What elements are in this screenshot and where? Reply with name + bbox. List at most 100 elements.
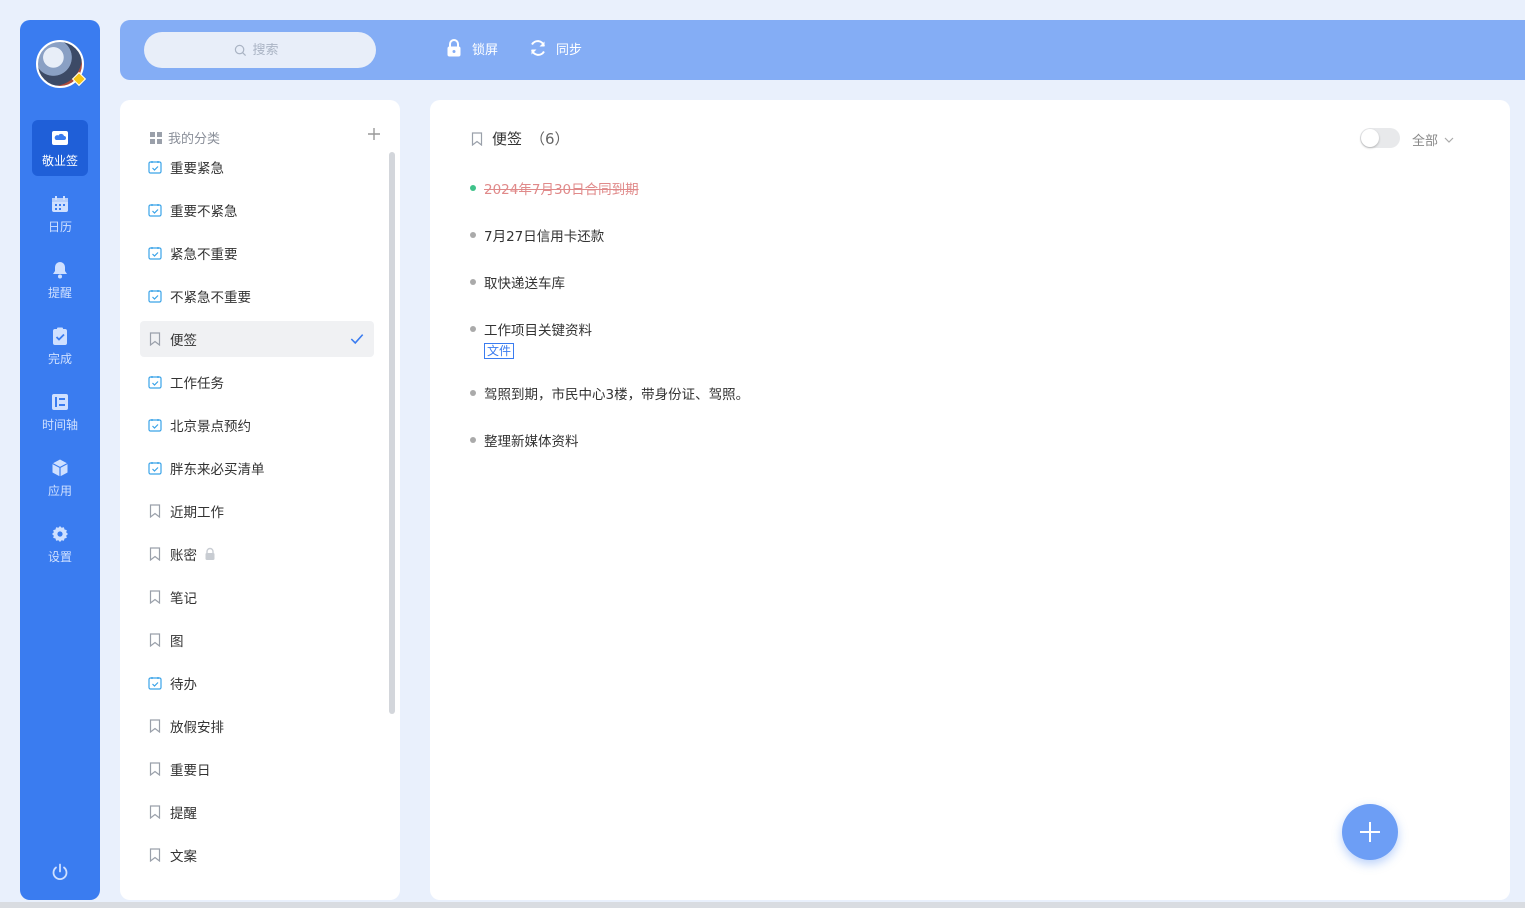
nav-label: 提醒 — [47, 285, 72, 300]
category-panel: 我的分类 重要紧急 重要不紧急 紧急不重要 不紧急不重要 便签 工作任务 北京景… — [120, 100, 400, 900]
note-item[interactable]: 驾照到期，市民中心3楼，带身份证、驾照。 — [470, 383, 1370, 403]
category-item[interactable]: 文案 — [140, 837, 374, 873]
category-header: 我的分类 — [150, 128, 220, 147]
category-label: 待办 — [170, 677, 197, 693]
display-toggle[interactable] — [1360, 128, 1400, 148]
search-box[interactable] — [144, 32, 376, 68]
check-calendar-icon — [148, 419, 162, 432]
timeline-icon — [52, 393, 68, 410]
category-label: 重要日 — [170, 763, 211, 779]
status-dot — [470, 279, 476, 285]
note-item[interactable]: 取快递送车库 — [470, 272, 1370, 292]
power-icon[interactable] — [50, 862, 70, 882]
category-item[interactable]: 图 — [140, 622, 374, 658]
bookmark-icon — [471, 131, 483, 146]
status-dot — [470, 437, 476, 443]
sync-button[interactable]: 同步 — [528, 38, 582, 58]
note-item[interactable]: 工作项目关键资料 文件 — [470, 319, 1370, 359]
category-item[interactable]: 近期工作 — [140, 493, 374, 529]
grid-icon — [150, 131, 162, 144]
category-item[interactable]: 重要日 — [140, 751, 374, 787]
category-item[interactable]: 胖东来必买清单 — [140, 450, 374, 486]
note-count: （6） — [530, 130, 570, 148]
nav-item-calendar[interactable]: 日历 — [32, 186, 88, 242]
check-calendar-icon — [148, 204, 162, 217]
category-item[interactable]: 放假安排 — [140, 708, 374, 744]
calendar-icon — [52, 195, 68, 212]
category-label: 账密 — [170, 548, 197, 564]
plus-icon — [368, 128, 380, 140]
note-text: 取快递送车库 — [484, 276, 565, 292]
note-item[interactable]: 整理新媒体资料 — [470, 430, 1370, 450]
category-scrollbar[interactable] — [389, 152, 395, 714]
category-item[interactable]: 笔记 — [140, 579, 374, 615]
note-text: 2024年7月30日合同到期 — [484, 182, 639, 198]
note-item[interactable]: 2024年7月30日合同到期 — [470, 178, 1370, 198]
plus-icon — [1360, 822, 1380, 842]
avatar[interactable] — [36, 40, 87, 88]
bookmark-icon — [149, 504, 161, 518]
category-header-label: 我的分类 — [168, 132, 221, 147]
category-label: 重要不紧急 — [170, 204, 238, 220]
bookmark-icon — [149, 633, 161, 647]
category-label: 重要紧急 — [170, 161, 224, 177]
note-text: 7月27日信用卡还款 — [484, 229, 605, 245]
lock-screen-button[interactable]: 锁屏 — [444, 38, 498, 58]
lock-icon — [447, 39, 461, 57]
nav-item-apps[interactable]: 应用 — [32, 450, 88, 506]
status-dot — [470, 185, 476, 191]
category-item[interactable]: 重要不紧急 — [140, 192, 374, 228]
bookmark-icon — [149, 547, 161, 561]
file-tag[interactable]: 文件 — [484, 343, 515, 359]
chevron-down-icon — [1444, 137, 1454, 143]
nav-item-settings[interactable]: 设置 — [32, 516, 88, 572]
category-item[interactable]: 账密 — [140, 536, 374, 572]
gear-icon — [52, 525, 68, 542]
filter-dropdown[interactable]: 全部 — [1412, 130, 1454, 149]
nav-item-done[interactable]: 完成 — [32, 318, 88, 374]
nav-label: 设置 — [47, 549, 72, 564]
note-item[interactable]: 7月27日信用卡还款 — [470, 225, 1370, 245]
add-note-button[interactable] — [1342, 804, 1398, 860]
check-calendar-icon — [148, 376, 162, 389]
category-list: 重要紧急 重要不紧急 紧急不重要 不紧急不重要 便签 工作任务 北京景点预约 胖… — [140, 149, 374, 880]
category-item[interactable]: 提醒 — [140, 794, 374, 830]
nav-item-jingyeqian[interactable]: 敬业签 — [32, 120, 88, 176]
category-item[interactable]: 不紧急不重要 — [140, 278, 374, 314]
category-label: 胖东来必买清单 — [170, 462, 265, 478]
category-item[interactable]: 重要紧急 — [140, 149, 374, 185]
status-dot — [470, 232, 476, 238]
category-label: 紧急不重要 — [170, 247, 238, 263]
check-calendar-icon — [148, 247, 162, 260]
nav-label: 时间轴 — [41, 417, 78, 432]
category-label: 提醒 — [170, 806, 197, 822]
nav-item-timeline[interactable]: 时间轴 — [32, 384, 88, 440]
category-label: 工作任务 — [170, 376, 224, 392]
category-label: 不紧急不重要 — [170, 290, 251, 306]
check-calendar-icon — [148, 161, 162, 174]
status-dot — [470, 326, 476, 332]
search-input[interactable] — [252, 42, 287, 58]
left-nav: 敬业签 日历 提醒 完成 时间轴 应用 设置 — [20, 20, 100, 900]
add-category-button[interactable] — [368, 124, 380, 145]
category-label: 文案 — [170, 849, 197, 865]
nav-label: 敬业签 — [41, 153, 78, 168]
page-title: 便签 （6） — [470, 128, 570, 149]
category-item[interactable]: 紧急不重要 — [140, 235, 374, 271]
category-item[interactable]: 北京景点预约 — [140, 407, 374, 443]
nav-item-reminder[interactable]: 提醒 — [32, 252, 88, 308]
nav-label: 日历 — [47, 219, 72, 234]
note-text: 工作项目关键资料 — [484, 323, 592, 339]
nav-label: 完成 — [47, 351, 72, 366]
bookmark-icon — [149, 719, 161, 733]
category-item[interactable]: 工作任务 — [140, 364, 374, 400]
cloud-note-icon — [52, 130, 68, 145]
check-calendar-icon — [148, 290, 162, 303]
top-bar: 锁屏 同步 — [120, 20, 1525, 80]
category-label: 北京景点预约 — [170, 419, 251, 435]
category-item-selected[interactable]: 便签 — [140, 321, 374, 357]
cube-icon — [52, 459, 68, 476]
check-calendar-icon — [148, 462, 162, 475]
category-item[interactable]: 待办 — [140, 665, 374, 701]
bookmark-icon — [149, 332, 161, 346]
